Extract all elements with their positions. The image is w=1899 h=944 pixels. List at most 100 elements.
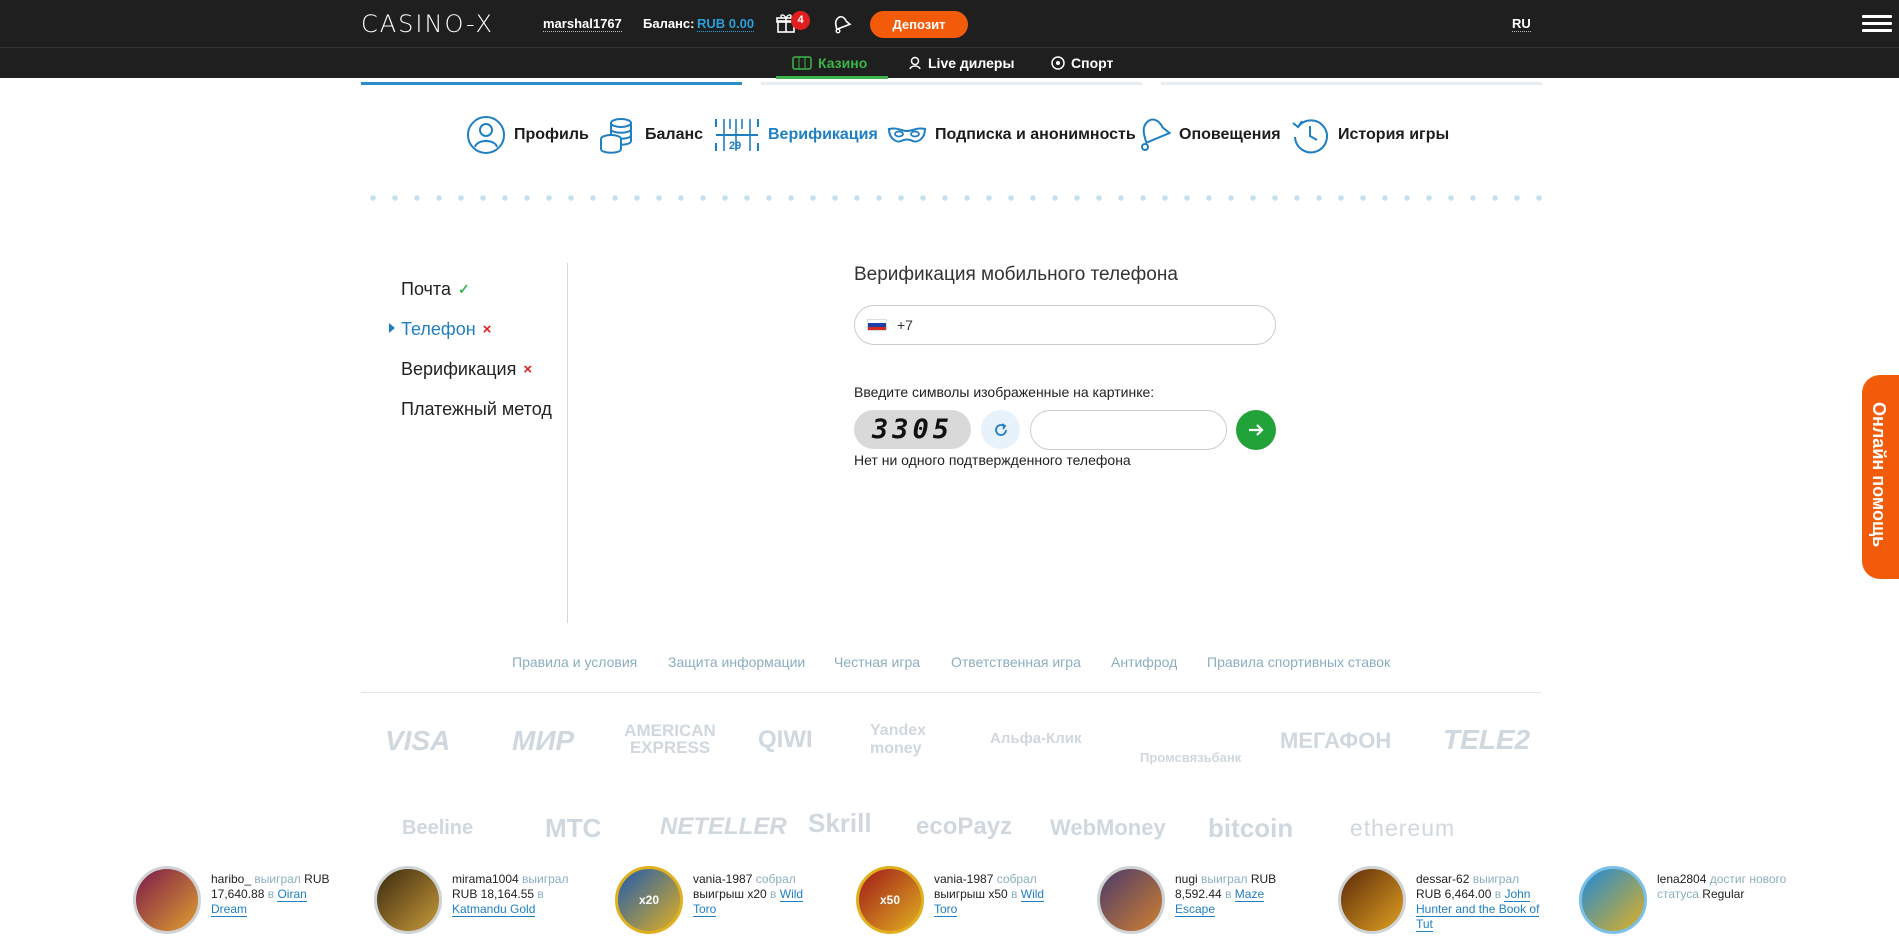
amex-logo: AMERICAN EXPRESS [624, 721, 716, 757]
winner-item[interactable]: lena2804 достиг нового статуса Regular [1579, 866, 1787, 934]
side-item-payment-method[interactable]: Платежный метод [401, 399, 552, 420]
footer-link-fair-play[interactable]: Честная игра [834, 654, 920, 670]
nav-live-dealers[interactable]: Live дилеры [908, 55, 1014, 71]
language-selector[interactable]: RU [1512, 16, 1531, 32]
ball-icon [1051, 56, 1065, 70]
profile-icon [467, 116, 505, 154]
side-item-email[interactable]: Почта ✓ [401, 279, 470, 300]
phone-input[interactable]: +7 [854, 305, 1276, 345]
slot-icon [792, 56, 812, 70]
mir-logo: МИР [512, 725, 575, 756]
tab-profile[interactable]: Профиль [466, 114, 589, 156]
arrow-right-icon [1249, 424, 1264, 436]
visa-logo: VISA [385, 725, 451, 756]
nav-casino[interactable]: Казино [792, 55, 867, 71]
winner-item[interactable]: dessar-62 выиграл RUB 6,464.00 в John Hu… [1338, 866, 1546, 934]
refresh-icon [994, 422, 1007, 436]
skrill-logo: Skrill [808, 808, 872, 838]
game-thumbnail[interactable] [133, 866, 201, 934]
side-item-phone[interactable]: Телефон × [401, 319, 491, 340]
tab-subscription[interactable]: Подписка и анонимность [887, 114, 1136, 156]
online-help-button[interactable]: Онлайн помощь [1862, 375, 1899, 579]
captcha-input[interactable] [1030, 410, 1227, 450]
refresh-captcha-button[interactable] [981, 410, 1020, 449]
menu-icon[interactable] [1862, 15, 1892, 33]
beeline-logo: Beeline [402, 817, 474, 839]
footer-divider [361, 692, 1541, 693]
winner-item[interactable]: x20 vania-1987 собрал выигрыш x20 в Wild… [615, 866, 823, 934]
history-icon [1292, 119, 1328, 154]
svg-text:29: 29 [729, 140, 741, 152]
side-divider [567, 263, 568, 623]
progress-step-1 [361, 82, 742, 85]
game-thumbnail[interactable]: x20 [615, 866, 683, 934]
progress-step-2 [761, 82, 1142, 85]
nav-live-dealers-label: Live дилеры [928, 55, 1015, 71]
top-bar: CASINO-X marshal1767 Баланс: RUB 0.00 4 … [0, 0, 1899, 47]
username-link[interactable]: marshal1767 [543, 16, 622, 32]
tab-verification[interactable]: 29 Верификация [714, 114, 878, 156]
phone-prefix: +7 [897, 317, 913, 333]
side-item-label: Верификация [401, 359, 517, 379]
winner-text: dessar-62 выиграл RUB 6,464.00 в John Hu… [1416, 872, 1540, 932]
tab-balance[interactable]: Баланс [597, 114, 703, 156]
promsvyazbank-logo: Промсвязьбанк [1140, 750, 1242, 765]
mts-logo: МТС [545, 813, 602, 843]
form-title: Верификация мобильного телефона [854, 264, 1178, 285]
cross-icon: × [523, 361, 533, 378]
footer-link-antifraud[interactable]: Антифрод [1111, 654, 1177, 670]
ecopayz-logo: ecoPayz [916, 813, 1013, 840]
coins-icon [600, 118, 632, 154]
game-thumbnail[interactable] [1338, 866, 1406, 934]
game-link[interactable]: Katmandu Gold [452, 902, 536, 917]
nav-sport[interactable]: Спорт [1051, 55, 1113, 71]
mask-icon [887, 127, 927, 143]
tab-game-history[interactable]: История игры [1290, 114, 1449, 156]
winner-text: mirama1004 выиграл RUB 18,164.55 в Katma… [452, 872, 569, 917]
footer-link-sport-rules[interactable]: Правила спортивных ставок [1207, 654, 1390, 670]
qiwi-logo: QIWI [758, 726, 813, 753]
active-arrow-icon [389, 323, 395, 333]
balance-value[interactable]: RUB 0.00 [697, 16, 755, 32]
captcha-label: Введите символы изображенные на картинке… [854, 384, 1155, 400]
phone-status-text: Нет ни одного подтвержденного телефона [854, 452, 1131, 468]
winner-text: vania-1987 собрал выигрыш x20 в Wild Tor… [693, 872, 804, 917]
winner-item[interactable]: haribo_ выиграл RUB 17,640.88 в Oiran Dr… [133, 866, 341, 934]
ethereum-logo: ethereum [1350, 815, 1456, 841]
game-thumbnail[interactable]: x50 [856, 866, 924, 934]
tab-profile-label: Профиль [514, 126, 589, 143]
winner-item[interactable]: mirama1004 выиграл RUB 18,164.55 в Katma… [374, 866, 582, 934]
game-thumbnail[interactable] [1097, 866, 1165, 934]
russia-flag-icon[interactable] [867, 319, 887, 331]
nav-sport-label: Спорт [1071, 55, 1114, 71]
footer-link-responsible[interactable]: Ответственная игра [951, 654, 1081, 670]
game-thumbnail[interactable] [374, 866, 442, 934]
bell-icon [1141, 118, 1171, 151]
bell-icon[interactable] [830, 13, 852, 35]
dealer-icon [909, 56, 921, 70]
casino-logo[interactable]: CASINO-X [361, 10, 494, 38]
footer-link-terms[interactable]: Правила и условия [512, 654, 637, 670]
winner-item[interactable]: nugi выиграл RUB 8,592.44 в Maze Escape [1097, 866, 1305, 934]
verification-icon: 29 [715, 119, 759, 152]
yandex-money-logo: Yandex money [870, 722, 927, 757]
submit-button[interactable] [1236, 410, 1276, 450]
nav-casino-label: Казино [818, 55, 868, 71]
deposit-button[interactable]: Депозит [870, 11, 968, 38]
alfa-click-logo: Альфа-Клик [990, 730, 1082, 747]
side-item-label: Почта [401, 279, 451, 299]
tab-subscription-label: Подписка и анонимность [935, 126, 1136, 143]
footer-link-privacy[interactable]: Защита информации [668, 654, 805, 670]
winner-item[interactable]: x50 vania-1987 собрал выигрыш x50 в Wild… [856, 866, 1064, 934]
tab-game-history-label: История игры [1338, 126, 1450, 143]
tab-notifications[interactable]: Оповещения [1135, 114, 1281, 156]
check-icon: ✓ [457, 281, 470, 297]
status-badge-icon[interactable] [1579, 866, 1647, 934]
gift-count-badge: 4 [791, 11, 810, 30]
winner-text: nugi выиграл RUB 8,592.44 в Maze Escape [1175, 872, 1277, 917]
side-item-label: Платежный метод [401, 399, 552, 419]
tab-balance-label: Баланс [645, 126, 704, 143]
online-help-label: Онлайн помощь [1869, 402, 1889, 548]
section-divider [362, 195, 1542, 201]
side-item-verification[interactable]: Верификация × [401, 359, 532, 380]
